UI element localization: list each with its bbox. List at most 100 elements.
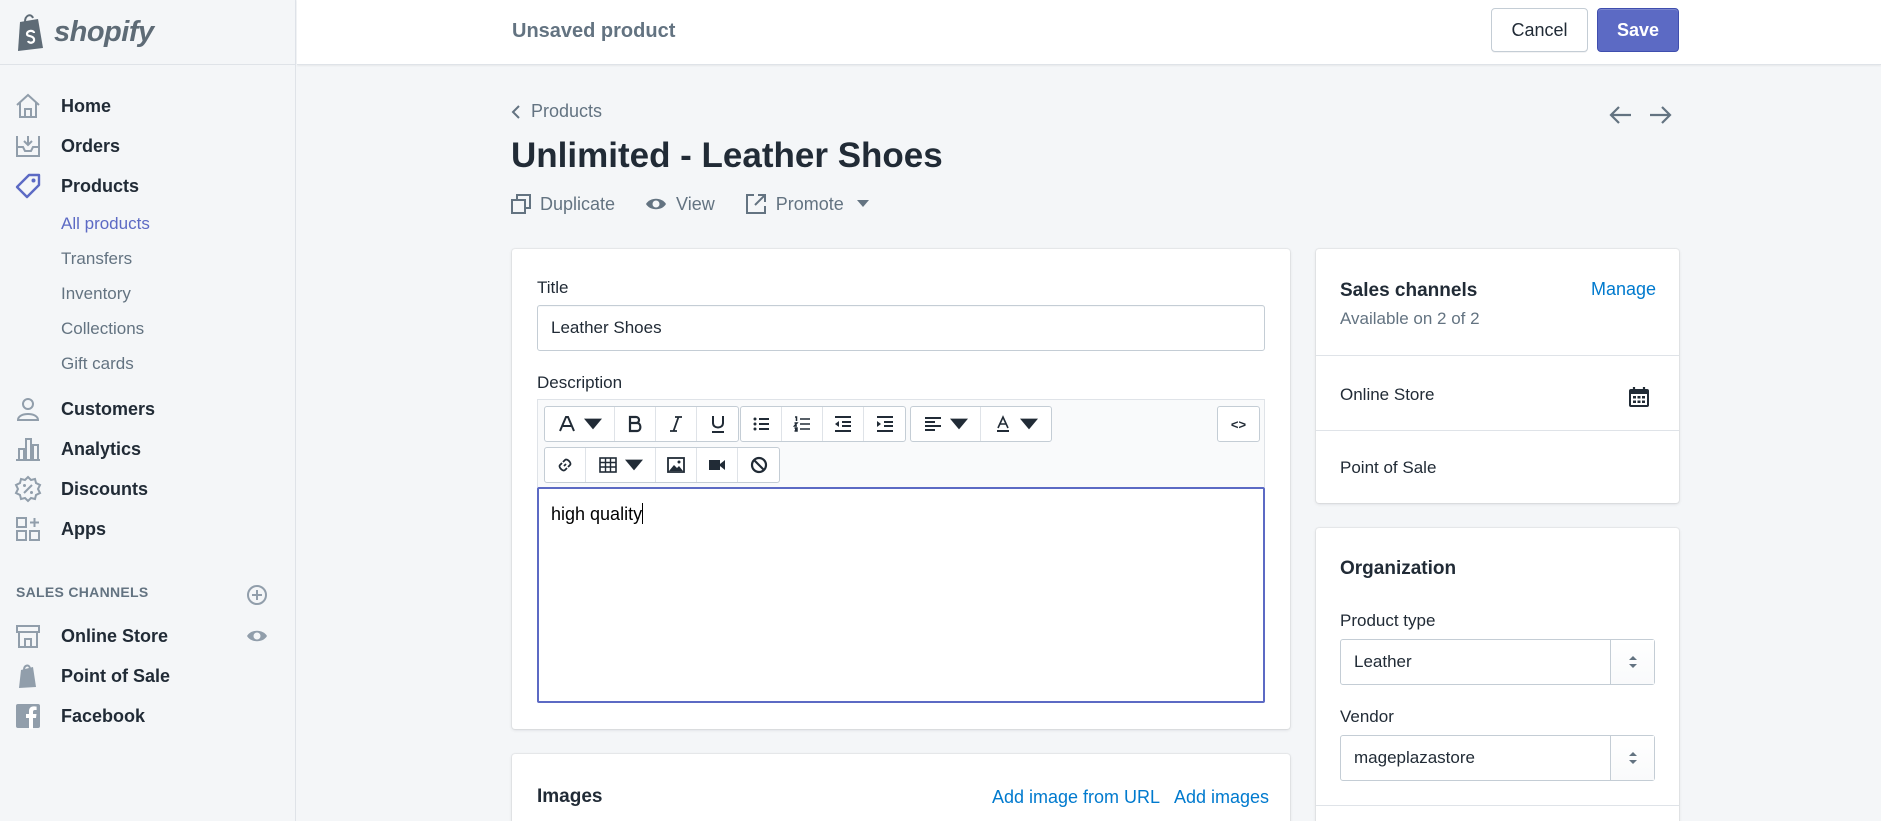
sidebar-item-inventory[interactable]: Inventory xyxy=(61,276,296,311)
toolbar-group-insert xyxy=(544,447,780,483)
sidebar-item-collections[interactable]: Collections xyxy=(61,311,296,346)
show-html-button[interactable]: <> xyxy=(1218,407,1259,441)
orders-icon xyxy=(14,132,42,160)
view-label: View xyxy=(676,193,715,214)
pos-icon xyxy=(14,662,42,690)
organization-card: Organization Product type Leather Vendor… xyxy=(1316,528,1679,821)
clear-format-icon xyxy=(750,456,767,474)
sidebar-item-point-of-sale[interactable]: Point of Sale xyxy=(0,656,296,696)
manage-link[interactable]: Manage xyxy=(1591,279,1656,300)
product-type-select[interactable]: Leather xyxy=(1340,639,1655,685)
bullet-list-button[interactable] xyxy=(741,407,782,441)
nav-label: Products xyxy=(61,175,140,196)
nav-item-discounts[interactable]: Discounts xyxy=(0,469,296,509)
nav-label: Home xyxy=(61,95,112,116)
description-editor[interactable]: high quality xyxy=(537,487,1265,703)
insert-image-button[interactable] xyxy=(656,448,697,482)
insert-video-button[interactable] xyxy=(697,448,738,482)
sidebar-item-all-products[interactable]: All products xyxy=(61,206,296,241)
divider xyxy=(1316,805,1679,806)
home-icon xyxy=(14,92,42,120)
italic-icon xyxy=(670,416,682,432)
description-label: Description xyxy=(537,373,623,392)
nav-item-home[interactable]: Home xyxy=(0,86,296,126)
sc-label: Facebook xyxy=(61,705,146,726)
promote-label: Promote xyxy=(775,193,844,214)
shopify-bag-icon xyxy=(18,14,43,51)
nav-item-analytics[interactable]: Analytics xyxy=(0,429,296,469)
caret-down-icon xyxy=(624,459,643,471)
eye-icon[interactable] xyxy=(246,626,268,646)
calendar-icon[interactable] xyxy=(1628,386,1650,408)
availability-text: Available on 2 of 2 xyxy=(1340,309,1480,328)
add-circle-icon[interactable] xyxy=(246,584,268,606)
clear-formatting-button[interactable] xyxy=(738,448,779,482)
apps-icon xyxy=(14,515,42,543)
table-icon xyxy=(598,457,617,473)
align-dropdown[interactable] xyxy=(911,407,981,441)
main-nav: Home Orders Products All products Transf… xyxy=(0,86,296,549)
title-input[interactable]: Leather Shoes xyxy=(537,305,1265,351)
sidebar-item-facebook[interactable]: Facebook xyxy=(0,696,296,736)
underline-button[interactable] xyxy=(697,407,738,441)
nav-label: Orders xyxy=(61,135,121,156)
add-images-link[interactable]: Add images xyxy=(1174,787,1269,808)
text-color-dropdown[interactable] xyxy=(981,407,1051,441)
sidebar-item-transfers[interactable]: Transfers xyxy=(61,241,296,276)
store-icon xyxy=(14,622,42,650)
insert-link-button[interactable] xyxy=(545,448,586,482)
page-title: Unlimited - Leather Shoes xyxy=(511,136,943,175)
numbered-list-button[interactable] xyxy=(782,407,823,441)
caret-down-icon xyxy=(949,418,968,430)
arrow-right-icon xyxy=(1650,106,1672,124)
duplicate-button[interactable]: Duplicate xyxy=(511,194,615,215)
unsaved-title: Unsaved product xyxy=(512,20,676,42)
indent-button[interactable] xyxy=(864,407,905,441)
arrow-left-icon xyxy=(1609,106,1631,124)
organization-heading: Organization xyxy=(1340,558,1457,579)
vendor-select[interactable]: mageplazastore xyxy=(1340,735,1655,781)
numbered-list-icon xyxy=(793,416,810,432)
nav-item-apps[interactable]: Apps xyxy=(0,509,296,549)
shopify-logo[interactable]: shopify xyxy=(14,10,154,54)
save-button[interactable]: Save xyxy=(1597,8,1679,52)
previous-product-button[interactable] xyxy=(1606,102,1636,128)
sidebar-item-gift-cards[interactable]: Gift cards xyxy=(61,346,296,381)
nav-item-customers[interactable]: Customers xyxy=(0,389,296,429)
toolbar-group-lists xyxy=(740,406,906,442)
bullet-list-icon xyxy=(753,417,769,431)
view-button[interactable]: View xyxy=(645,194,715,215)
insert-table-dropdown[interactable] xyxy=(586,448,656,482)
image-icon xyxy=(667,457,685,473)
nav-label: Customers xyxy=(61,398,156,419)
person-icon xyxy=(14,395,42,423)
outdent-button[interactable] xyxy=(823,407,864,441)
next-product-button[interactable] xyxy=(1645,102,1675,128)
duplicate-icon xyxy=(511,194,531,214)
bold-button[interactable] xyxy=(615,407,656,441)
product-details-card: Title Leather Shoes Description <> high … xyxy=(512,249,1290,729)
promote-button[interactable]: Promote xyxy=(745,193,869,215)
toolbar-group-html: <> xyxy=(1217,406,1260,442)
sales-channels-card-heading: Sales channels xyxy=(1340,280,1478,301)
divider xyxy=(1316,430,1679,431)
duplicate-label: Duplicate xyxy=(540,193,616,214)
add-image-from-url-link[interactable]: Add image from URL xyxy=(992,787,1160,808)
nav-item-orders[interactable]: Orders xyxy=(0,126,296,166)
underline-icon xyxy=(711,416,724,433)
italic-button[interactable] xyxy=(656,407,697,441)
channel-online-store: Online Store xyxy=(1340,385,1435,404)
caret-down-icon xyxy=(856,200,869,207)
indent-icon xyxy=(876,416,893,432)
vendor-value: mageplazastore xyxy=(1354,748,1475,767)
nav-label: Discounts xyxy=(61,478,149,499)
font-format-dropdown[interactable] xyxy=(545,407,615,441)
select-arrows-icon xyxy=(1610,736,1654,780)
sidebar-item-online-store[interactable]: Online Store xyxy=(0,616,296,656)
sales-channels-title: SALES CHANNELS xyxy=(16,584,149,600)
top-bar: Unsaved product Cancel Save xyxy=(297,0,1881,65)
nav-item-products[interactable]: Products xyxy=(0,166,296,206)
images-heading: Images xyxy=(537,786,603,807)
breadcrumb[interactable]: Products xyxy=(511,101,602,122)
cancel-button[interactable]: Cancel xyxy=(1491,8,1588,52)
